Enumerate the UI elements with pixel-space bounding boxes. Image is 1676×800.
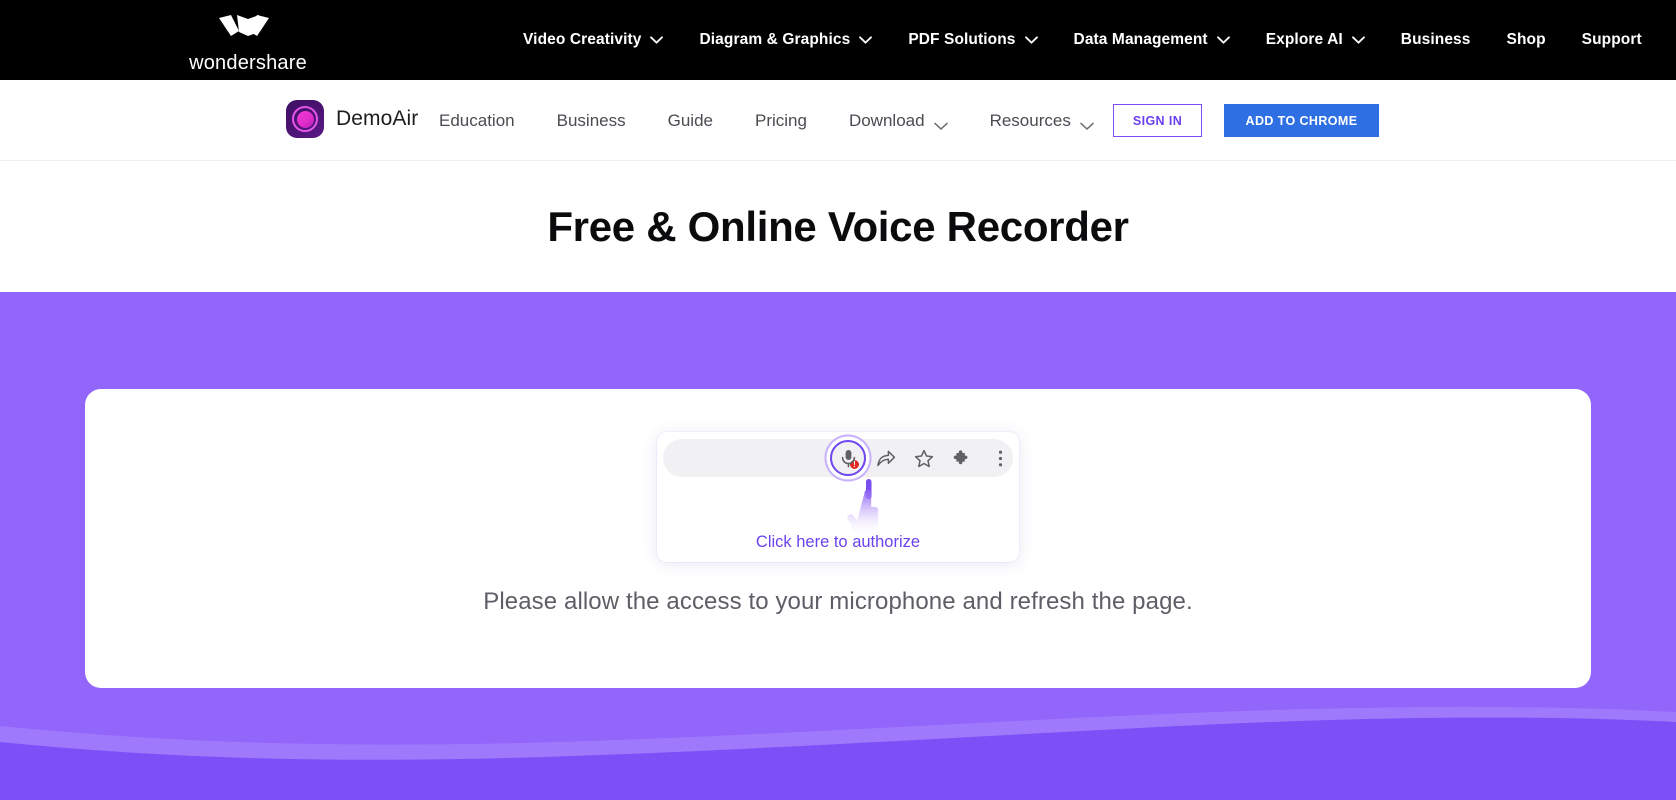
subnav-label: Pricing — [754, 110, 807, 130]
topnav-label: PDF Solutions — [908, 31, 1016, 48]
subnav-label: Education — [439, 110, 515, 130]
browser-toolbar-mock: ! Click here to authorize — [657, 432, 1019, 562]
wondershare-w-mark-icon — [188, 14, 308, 49]
recorder-card: ! Click here to authorize Please allow t… — [85, 389, 1591, 688]
topnav-item-support[interactable]: Support — [1564, 31, 1660, 49]
chevron-down-icon — [1024, 36, 1038, 44]
share-arrow-icon[interactable] — [867, 439, 905, 477]
subnav-item-download[interactable]: Download — [828, 111, 969, 131]
demoair-ring — [292, 106, 318, 132]
demoair-circle-logo-icon — [286, 100, 324, 138]
subnav-item-resources[interactable]: Resources — [969, 111, 1115, 131]
topnav-label: Video Creativity — [523, 31, 642, 48]
microphone-blocked-icon[interactable]: ! — [829, 439, 867, 477]
subnav-item-education[interactable]: Education — [418, 111, 536, 131]
subnav-item-guide[interactable]: Guide — [647, 111, 734, 131]
wondershare-logo[interactable]: wondershare — [188, 14, 308, 74]
page-title: Free & Online Voice Recorder — [547, 202, 1129, 250]
demoair-brand[interactable]: DemoAir — [286, 100, 418, 138]
three-dot-menu-icon[interactable] — [981, 439, 1019, 477]
subnav-label: Guide — [667, 110, 713, 130]
chevron-down-icon — [1351, 36, 1365, 44]
subnav-item-pricing[interactable]: Pricing — [734, 111, 828, 131]
subnav-label: Business — [556, 110, 626, 130]
star-bookmark-icon[interactable] — [905, 439, 943, 477]
topnav-label: Business — [1400, 31, 1471, 48]
product-subnav: DemoAir Education Business Guide Pricing… — [0, 80, 1676, 161]
chevron-down-icon — [1216, 36, 1230, 44]
authorize-link[interactable]: Click here to authorize — [657, 533, 1019, 552]
topnav-label: Data Management — [1073, 31, 1208, 48]
chevron-down-icon — [933, 116, 948, 131]
primary-nav: Video Creativity Diagram & Graphics PDF … — [505, 0, 1660, 80]
topnav-item-video-creativity[interactable]: Video Creativity — [505, 31, 681, 49]
sign-in-button[interactable]: SIGN IN — [1113, 104, 1202, 137]
wondershare-wordmark: wondershare — [189, 52, 307, 74]
demoair-dot — [296, 110, 314, 128]
global-topbar: wondershare Video Creativity Diagram & G… — [0, 0, 1676, 80]
toolbar-icons: ! — [829, 439, 1019, 477]
demoair-wordmark: DemoAir — [336, 107, 419, 130]
add-to-chrome-button[interactable]: ADD TO CHROME — [1224, 104, 1379, 137]
subnav-label: Resources — [989, 110, 1071, 130]
chevron-down-icon — [1080, 116, 1094, 131]
chevron-down-icon — [859, 36, 873, 44]
topnav-label: Diagram & Graphics — [699, 31, 851, 48]
permission-message: Please allow the access to your micropho… — [483, 588, 1193, 615]
topnav-item-business[interactable]: Business — [1383, 31, 1489, 49]
subnav-label: Download — [848, 110, 925, 130]
secondary-nav: Education Business Guide Pricing Downloa… — [418, 80, 1115, 161]
topnav-item-shop[interactable]: Shop — [1489, 31, 1564, 49]
topnav-item-explore-ai[interactable]: Explore AI — [1248, 31, 1383, 49]
topnav-item-pdf-solutions[interactable]: PDF Solutions — [890, 31, 1055, 49]
topnav-item-data-management[interactable]: Data Management — [1056, 31, 1248, 49]
topnav-item-diagram-graphics[interactable]: Diagram & Graphics — [681, 31, 890, 49]
chevron-down-icon — [650, 36, 664, 44]
topnav-label: Shop — [1506, 31, 1546, 48]
hero-purple-section: ! Click here to authorize Please allow t… — [0, 292, 1676, 800]
topnav-label: Support — [1581, 31, 1642, 48]
subnav-actions: SIGN IN ADD TO CHROME — [1113, 104, 1379, 137]
puzzle-extensions-icon[interactable] — [943, 439, 981, 477]
subnav-item-business[interactable]: Business — [536, 111, 647, 131]
topnav-label: Explore AI — [1265, 31, 1343, 48]
hero-title-section: Free & Online Voice Recorder — [0, 161, 1676, 292]
